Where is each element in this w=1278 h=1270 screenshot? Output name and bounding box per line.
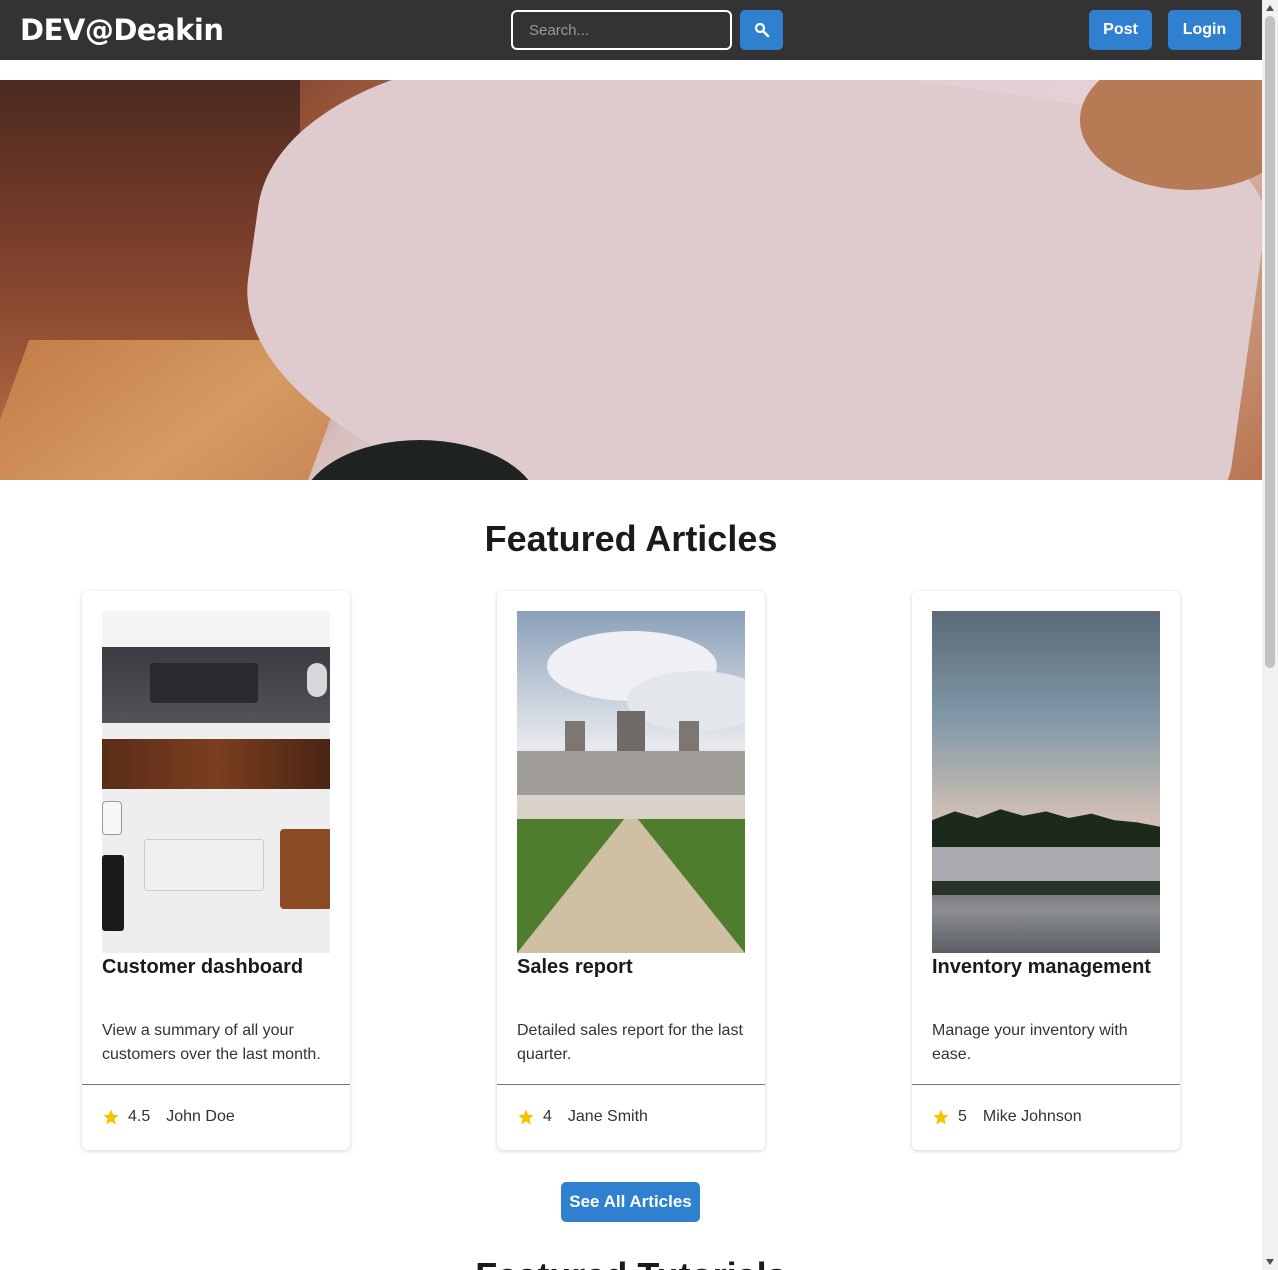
featured-tutorials-heading: Featured Tutorials: [0, 1255, 1262, 1270]
article-meta: 4 Jane Smith: [517, 1108, 648, 1126]
navbar: DEV@Deakin Post Login: [0, 0, 1262, 60]
star-icon: [933, 1109, 949, 1125]
article-description: View a summary of all your customers ove…: [102, 1022, 321, 1063]
login-button[interactable]: Login: [1168, 10, 1241, 50]
post-button[interactable]: Post: [1089, 10, 1152, 50]
star-icon: [103, 1109, 119, 1125]
card-divider: [82, 1084, 350, 1085]
article-author: Jane Smith: [567, 1108, 648, 1125]
article-title[interactable]: Sales report: [517, 956, 633, 979]
search-input[interactable]: [511, 10, 732, 50]
article-rating: 4.5: [128, 1108, 151, 1125]
scroll-up-arrow-icon[interactable]: [1262, 0, 1278, 16]
article-rating: 4: [543, 1108, 552, 1125]
page: DEV@Deakin Post Login Featured Articles: [0, 0, 1262, 1270]
article-title[interactable]: Inventory management: [932, 956, 1151, 979]
search-button[interactable]: [740, 10, 783, 50]
featured-articles-heading: Featured Articles: [484, 518, 778, 559]
article-meta: 4.5 John Doe: [102, 1108, 235, 1126]
article-author: John Doe: [166, 1108, 235, 1125]
article-image: [932, 611, 1160, 953]
card-divider: [497, 1084, 765, 1085]
search-icon: [754, 22, 769, 38]
article-card[interactable]: Inventory management Manage your invento…: [912, 591, 1180, 1150]
article-rating: 5: [958, 1108, 967, 1125]
article-title[interactable]: Customer dashboard: [102, 956, 303, 979]
article-card[interactable]: Customer dashboard View a summary of all…: [82, 591, 350, 1150]
hero-image: [0, 80, 1262, 480]
scrollbar[interactable]: [1262, 0, 1278, 1270]
article-author: Mike Johnson: [982, 1108, 1082, 1125]
scroll-down-arrow-icon[interactable]: [1262, 1254, 1278, 1270]
article-image: [517, 611, 745, 953]
article-description: Detailed sales report for the last quart…: [517, 1022, 743, 1063]
scroll-thumb[interactable]: [1265, 16, 1275, 668]
see-all-articles-button[interactable]: See All Articles: [561, 1182, 700, 1222]
article-image: [102, 611, 330, 953]
article-description: Manage your inventory with ease.: [932, 1022, 1128, 1063]
article-meta: 5 Mike Johnson: [932, 1108, 1082, 1126]
card-divider: [912, 1084, 1180, 1085]
brand-logo[interactable]: DEV@Deakin: [20, 13, 224, 47]
article-card[interactable]: Sales report Detailed sales report for t…: [497, 591, 765, 1150]
star-icon: [518, 1109, 534, 1125]
